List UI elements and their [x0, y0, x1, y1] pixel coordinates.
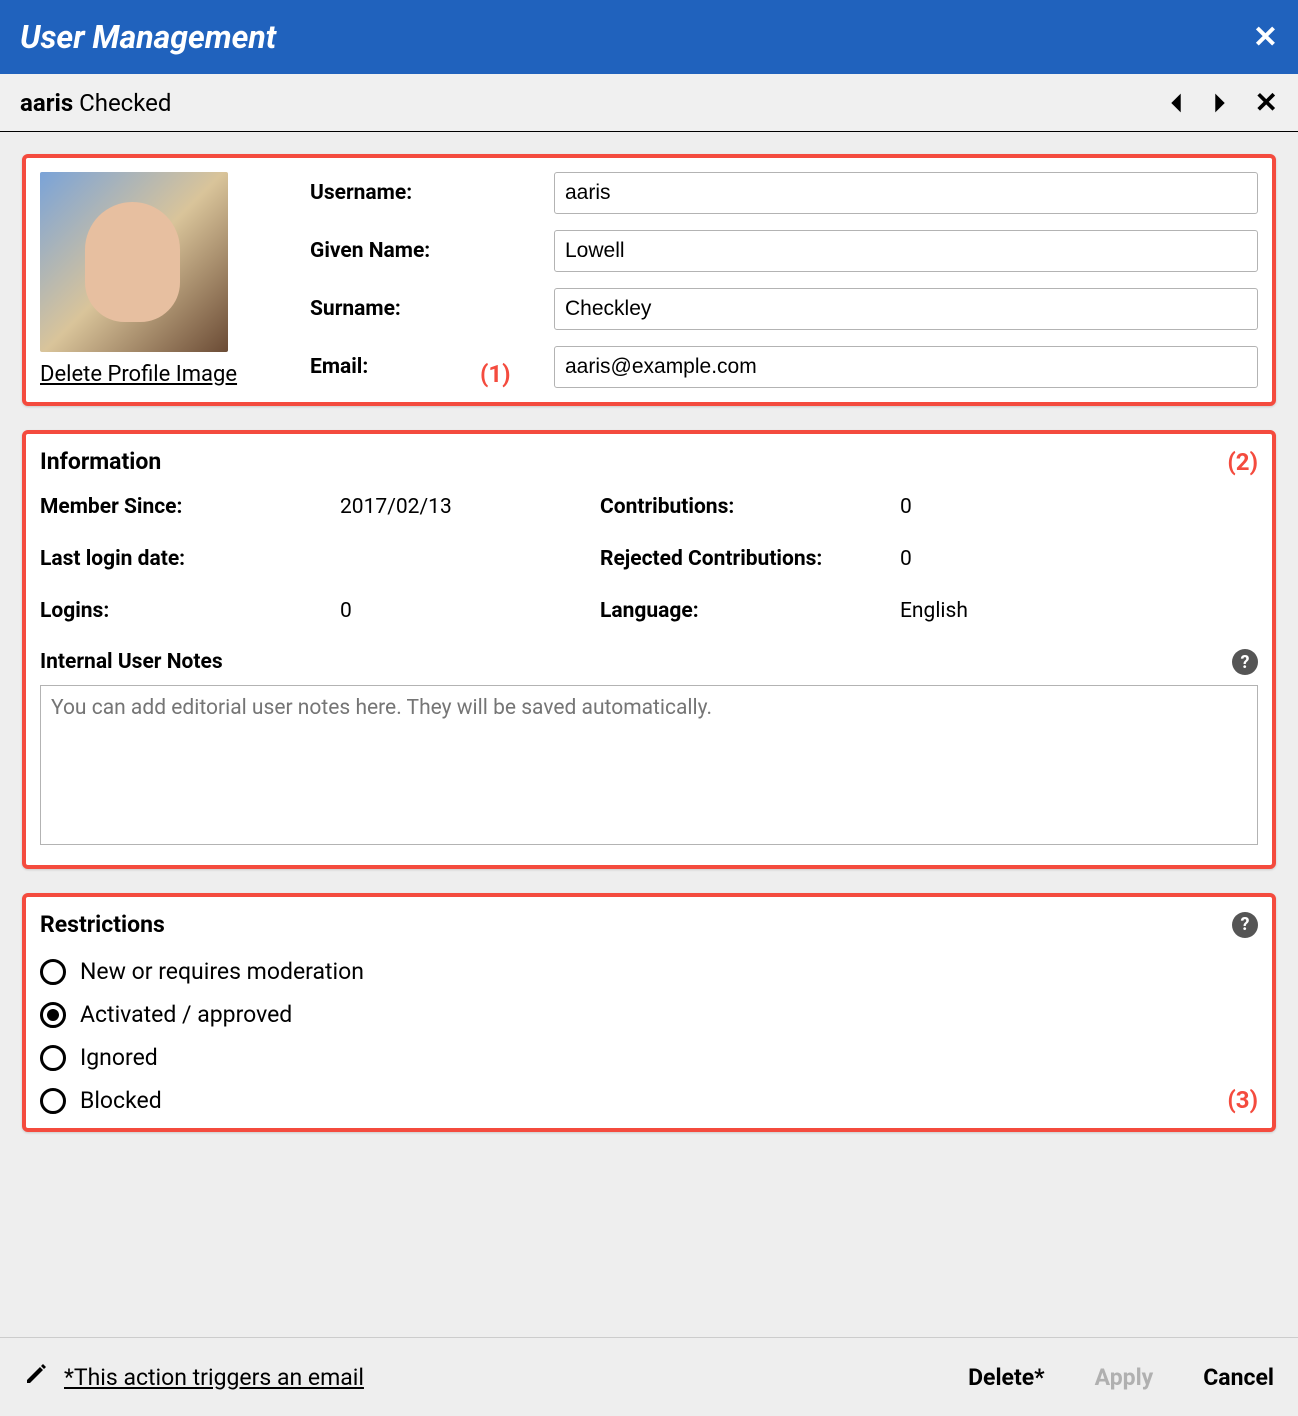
help-icon[interactable]: ?: [1232, 912, 1258, 938]
annotation-3: (3): [1227, 1086, 1258, 1114]
rejected-label: Rejected Contributions:: [600, 547, 900, 571]
last-login-value: [340, 547, 600, 571]
restriction-option-new[interactable]: New or requires moderation: [40, 958, 1258, 985]
rejected-value: 0: [900, 547, 1258, 571]
cancel-button[interactable]: Cancel: [1203, 1364, 1274, 1391]
sub-header: aaris Checked ✕: [0, 74, 1298, 132]
contributions-label: Contributions:: [600, 495, 900, 519]
restriction-option-activated[interactable]: Activated / approved: [40, 1001, 1258, 1028]
logins-label: Logins:: [40, 599, 340, 623]
email-input[interactable]: [554, 346, 1258, 388]
notes-heading: Internal User Notes: [40, 650, 223, 674]
language-label: Language:: [600, 599, 900, 623]
delete-profile-image-link[interactable]: Delete Profile Image: [40, 362, 280, 387]
annotation-2: (2): [1227, 448, 1258, 476]
restrictions-heading: Restrictions: [40, 911, 165, 938]
radio-label: Activated / approved: [80, 1001, 292, 1028]
information-card: Information (2) Member Since: 2017/02/13…: [22, 430, 1276, 869]
close-panel-icon[interactable]: ✕: [1255, 86, 1278, 119]
email-trigger-note[interactable]: *This action triggers an email: [64, 1364, 364, 1391]
logins-value: 0: [340, 599, 600, 623]
restriction-option-blocked[interactable]: Blocked: [40, 1087, 1258, 1114]
radio-icon: [40, 1002, 66, 1028]
next-icon[interactable]: [1211, 92, 1229, 114]
information-heading: Information: [40, 448, 1258, 475]
member-since-label: Member Since:: [40, 495, 340, 519]
last-login-label: Last login date:: [40, 547, 340, 571]
radio-icon: [40, 959, 66, 985]
radio-icon: [40, 1088, 66, 1114]
surname-input[interactable]: [554, 288, 1258, 330]
close-icon[interactable]: ✕: [1253, 20, 1278, 55]
profile-card: Delete Profile Image Username: Given Nam…: [22, 154, 1276, 406]
help-icon[interactable]: ?: [1232, 649, 1258, 675]
username-label: Username:: [310, 181, 530, 205]
username-input[interactable]: [554, 172, 1258, 214]
dialog-title: User Management: [20, 18, 276, 56]
user-handle-status: aaris Checked: [20, 89, 171, 117]
radio-icon: [40, 1045, 66, 1071]
internal-notes-input[interactable]: [40, 685, 1258, 845]
given-name-input[interactable]: [554, 230, 1258, 272]
avatar: [40, 172, 228, 352]
pencil-icon: [24, 1362, 48, 1392]
prev-icon[interactable]: [1167, 92, 1185, 114]
annotation-1: (1): [480, 360, 511, 388]
delete-button[interactable]: Delete*: [968, 1364, 1045, 1391]
member-since-value: 2017/02/13: [340, 495, 600, 519]
radio-label: Ignored: [80, 1044, 158, 1071]
contributions-value: 0: [900, 495, 1258, 519]
language-value: English: [900, 599, 1258, 623]
apply-button: Apply: [1095, 1364, 1154, 1391]
radio-label: New or requires moderation: [80, 958, 364, 985]
footer-bar: *This action triggers an email Delete* A…: [0, 1337, 1298, 1416]
restriction-option-ignored[interactable]: Ignored: [40, 1044, 1258, 1071]
radio-label: Blocked: [80, 1087, 162, 1114]
given-name-label: Given Name:: [310, 239, 530, 263]
restrictions-card: Restrictions ? New or requires moderatio…: [22, 893, 1276, 1132]
surname-label: Surname:: [310, 297, 530, 321]
title-bar: User Management ✕: [0, 0, 1298, 74]
